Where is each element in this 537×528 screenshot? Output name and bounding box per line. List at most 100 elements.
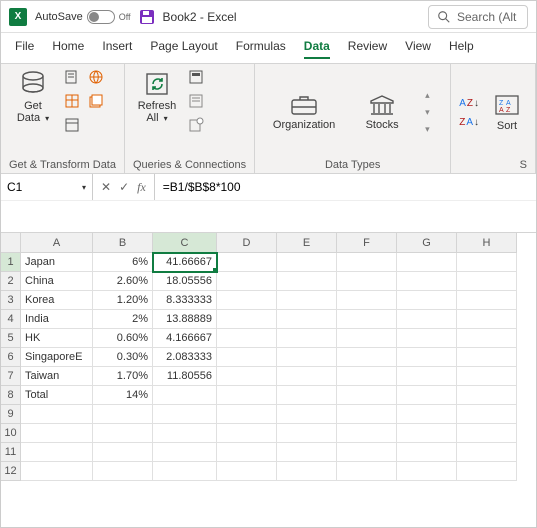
row-header[interactable]: 6: [1, 348, 21, 367]
cell[interactable]: [217, 272, 277, 291]
formula-input[interactable]: [155, 174, 536, 200]
cell[interactable]: [337, 348, 397, 367]
col-header-d[interactable]: D: [217, 233, 277, 253]
name-box-dropdown-icon[interactable]: ▾: [82, 183, 86, 192]
cell[interactable]: [457, 367, 517, 386]
from-table-icon[interactable]: [63, 92, 81, 110]
cell[interactable]: [153, 386, 217, 405]
col-header-g[interactable]: G: [397, 233, 457, 253]
cell[interactable]: [337, 424, 397, 443]
cell[interactable]: [457, 405, 517, 424]
cell[interactable]: [457, 443, 517, 462]
tab-insert[interactable]: Insert: [102, 39, 132, 59]
cell[interactable]: [337, 253, 397, 272]
col-header-b[interactable]: B: [93, 233, 153, 253]
scroll-down-icon[interactable]: ▾: [425, 107, 430, 118]
cell[interactable]: 1.70%: [93, 367, 153, 386]
cell[interactable]: 2.60%: [93, 272, 153, 291]
cell[interactable]: 8.333333: [153, 291, 217, 310]
cell[interactable]: [457, 291, 517, 310]
cell[interactable]: [217, 462, 277, 481]
row-header[interactable]: 3: [1, 291, 21, 310]
cell[interactable]: 11.80556: [153, 367, 217, 386]
cell[interactable]: [397, 424, 457, 443]
sort-desc-button[interactable]: ZA↓: [459, 117, 479, 128]
cell[interactable]: [277, 443, 337, 462]
sort-asc-button[interactable]: AZ↓: [459, 98, 479, 109]
cell[interactable]: [217, 386, 277, 405]
cell[interactable]: [397, 348, 457, 367]
cell[interactable]: 2%: [93, 310, 153, 329]
cell[interactable]: [217, 348, 277, 367]
row-header[interactable]: 5: [1, 329, 21, 348]
cell[interactable]: [337, 462, 397, 481]
tab-page-layout[interactable]: Page Layout: [150, 39, 217, 59]
cell[interactable]: [397, 367, 457, 386]
queries-connections-icon[interactable]: [187, 68, 205, 86]
autosave-toggle[interactable]: AutoSave Off: [35, 10, 131, 24]
row-header[interactable]: 8: [1, 386, 21, 405]
name-box[interactable]: ▾: [1, 174, 93, 200]
cell[interactable]: [93, 462, 153, 481]
stocks-button[interactable]: Stocks: [357, 91, 407, 133]
col-header-h[interactable]: H: [457, 233, 517, 253]
cell[interactable]: [457, 386, 517, 405]
cell[interactable]: India: [21, 310, 93, 329]
cell[interactable]: [217, 443, 277, 462]
get-data-button[interactable]: GetData ▾: [9, 68, 57, 126]
cell[interactable]: [337, 405, 397, 424]
cell[interactable]: [21, 462, 93, 481]
cell[interactable]: [217, 424, 277, 443]
cell[interactable]: 0.30%: [93, 348, 153, 367]
col-header-f[interactable]: F: [337, 233, 397, 253]
cell[interactable]: 4.166667: [153, 329, 217, 348]
cell[interactable]: [217, 310, 277, 329]
spreadsheet-grid[interactable]: A B C D E F G H 1Japan6%41.666672China2.…: [1, 233, 536, 481]
cell[interactable]: [217, 329, 277, 348]
scroll-up-icon[interactable]: ▴: [425, 90, 430, 101]
cell[interactable]: [277, 310, 337, 329]
cell[interactable]: [337, 367, 397, 386]
cell[interactable]: Taiwan: [21, 367, 93, 386]
cell[interactable]: 13.88889: [153, 310, 217, 329]
transform-data-icon[interactable]: [87, 116, 105, 134]
cell[interactable]: [337, 310, 397, 329]
existing-connections-icon[interactable]: [63, 116, 81, 134]
tab-file[interactable]: File: [15, 39, 34, 59]
edit-links-icon[interactable]: [187, 116, 205, 134]
cell[interactable]: [397, 253, 457, 272]
cell[interactable]: 1.20%: [93, 291, 153, 310]
cell[interactable]: [21, 424, 93, 443]
cell[interactable]: 2.083333: [153, 348, 217, 367]
properties-icon[interactable]: [187, 92, 205, 110]
cell[interactable]: 6%: [93, 253, 153, 272]
row-header[interactable]: 9: [1, 405, 21, 424]
cell[interactable]: [217, 405, 277, 424]
cell[interactable]: [217, 291, 277, 310]
cell[interactable]: [457, 310, 517, 329]
cell[interactable]: 18.05556: [153, 272, 217, 291]
cell[interactable]: [457, 348, 517, 367]
from-web-icon[interactable]: [87, 68, 105, 86]
cell[interactable]: [397, 443, 457, 462]
cell[interactable]: [397, 462, 457, 481]
col-header-e[interactable]: E: [277, 233, 337, 253]
cell[interactable]: [21, 405, 93, 424]
cell[interactable]: [457, 462, 517, 481]
cell[interactable]: [457, 253, 517, 272]
row-header[interactable]: 2: [1, 272, 21, 291]
cell[interactable]: [153, 443, 217, 462]
cell[interactable]: [277, 253, 337, 272]
recent-sources-icon[interactable]: [87, 92, 105, 110]
cell[interactable]: Japan: [21, 253, 93, 272]
expand-gallery-icon[interactable]: ▾: [425, 124, 430, 135]
cell[interactable]: [153, 424, 217, 443]
row-header[interactable]: 11: [1, 443, 21, 462]
cell[interactable]: [277, 272, 337, 291]
cell[interactable]: [397, 405, 457, 424]
cell[interactable]: [277, 424, 337, 443]
cell[interactable]: SingaporeE: [21, 348, 93, 367]
row-header[interactable]: 4: [1, 310, 21, 329]
cell[interactable]: HK: [21, 329, 93, 348]
tab-review[interactable]: Review: [348, 39, 387, 59]
